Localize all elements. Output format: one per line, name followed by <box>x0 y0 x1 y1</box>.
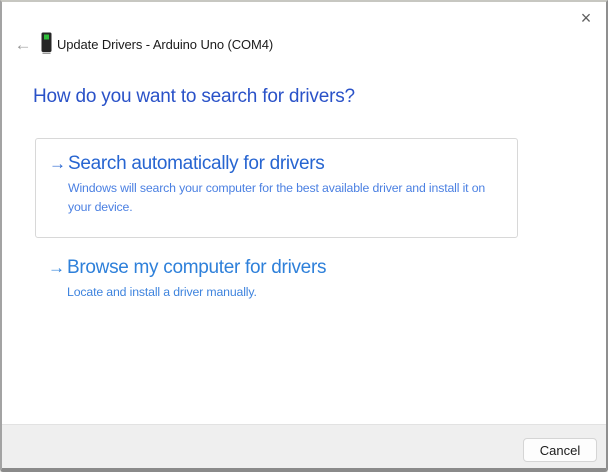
back-arrow-icon: ← <box>15 35 32 54</box>
close-icon: × <box>581 8 592 28</box>
option-search-automatically-title: Search automatically for drivers <box>68 152 511 176</box>
cancel-button[interactable]: Cancel <box>523 438 597 462</box>
arrow-right-icon: → <box>48 256 67 280</box>
device-icon <box>41 32 53 54</box>
option-search-automatically[interactable]: → Search automatically for drivers Windo… <box>35 138 518 238</box>
arrow-right-icon: → <box>49 152 68 176</box>
option-search-automatically-description: Windows will search your computer for th… <box>68 179 511 217</box>
option-browse-computer-description: Locate and install a driver manually. <box>67 283 512 302</box>
close-button[interactable]: × <box>574 6 598 30</box>
back-button[interactable]: ← <box>12 35 34 55</box>
window-title: Update Drivers - Arduino Uno (COM4) <box>57 37 273 52</box>
option-browse-computer-title: Browse my computer for drivers <box>67 256 512 280</box>
update-drivers-wizard-window: × ← Update Drivers - Arduino Uno (COM4) … <box>0 0 608 472</box>
page-heading: How do you want to search for drivers? <box>33 86 355 108</box>
option-browse-computer[interactable]: → Browse my computer for drivers Locate … <box>35 256 518 302</box>
footer-bar: Cancel <box>2 424 606 468</box>
